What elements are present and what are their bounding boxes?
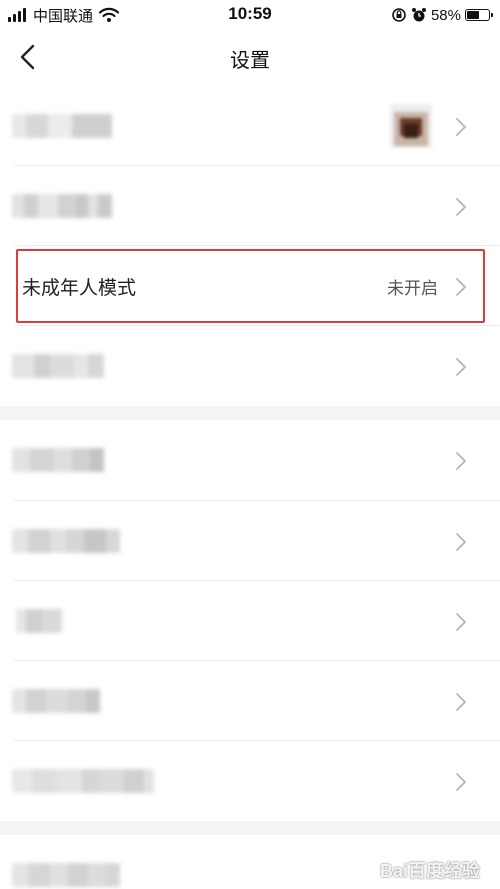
chevron-right-icon	[456, 358, 466, 376]
chevron-right-icon	[456, 533, 466, 551]
settings-row[interactable]	[0, 166, 500, 246]
settings-row[interactable]	[0, 741, 500, 821]
page-title: 设置	[230, 50, 270, 72]
blurred-label	[12, 354, 104, 378]
chevron-right-icon	[456, 452, 466, 470]
blurred-label	[12, 863, 120, 887]
battery-percent: 58%	[430, 6, 461, 24]
battery-icon	[465, 9, 493, 21]
blurred-label	[12, 194, 112, 218]
settings-row[interactable]	[0, 326, 500, 406]
alarm-icon	[411, 8, 426, 22]
settings-row[interactable]	[0, 501, 500, 581]
section-gap	[0, 821, 500, 835]
nav-bar: 设置	[0, 30, 500, 86]
status-right: 58%	[391, 5, 493, 25]
rotation-lock-icon	[392, 8, 406, 22]
watermark: Bai百度经验	[379, 861, 480, 881]
blurred-label	[16, 609, 62, 633]
blurred-label	[12, 114, 112, 138]
chevron-right-icon	[456, 693, 466, 711]
minor-mode-status: 未开启	[387, 279, 438, 298]
section-gap	[0, 406, 500, 420]
battery-fill	[467, 11, 479, 19]
settings-row[interactable]	[0, 420, 500, 500]
avatar	[390, 104, 432, 148]
chevron-right-icon	[456, 118, 466, 136]
settings-row[interactable]	[0, 581, 500, 661]
status-bar: 中国联通 10:59 58%	[0, 0, 500, 30]
chevron-right-icon	[456, 278, 466, 296]
chevron-right-icon	[456, 773, 466, 791]
settings-row-account[interactable]	[0, 86, 500, 166]
chevron-right-icon	[456, 613, 466, 631]
blurred-label	[12, 529, 120, 553]
settings-row-minor-mode[interactable]: 未成年人模式 未开启	[0, 246, 500, 326]
minor-mode-label: 未成年人模式	[22, 278, 137, 299]
blurred-label	[12, 689, 100, 713]
settings-row[interactable]	[0, 661, 500, 741]
blurred-label	[12, 769, 154, 793]
chevron-right-icon	[456, 198, 466, 216]
blurred-label	[12, 448, 104, 472]
